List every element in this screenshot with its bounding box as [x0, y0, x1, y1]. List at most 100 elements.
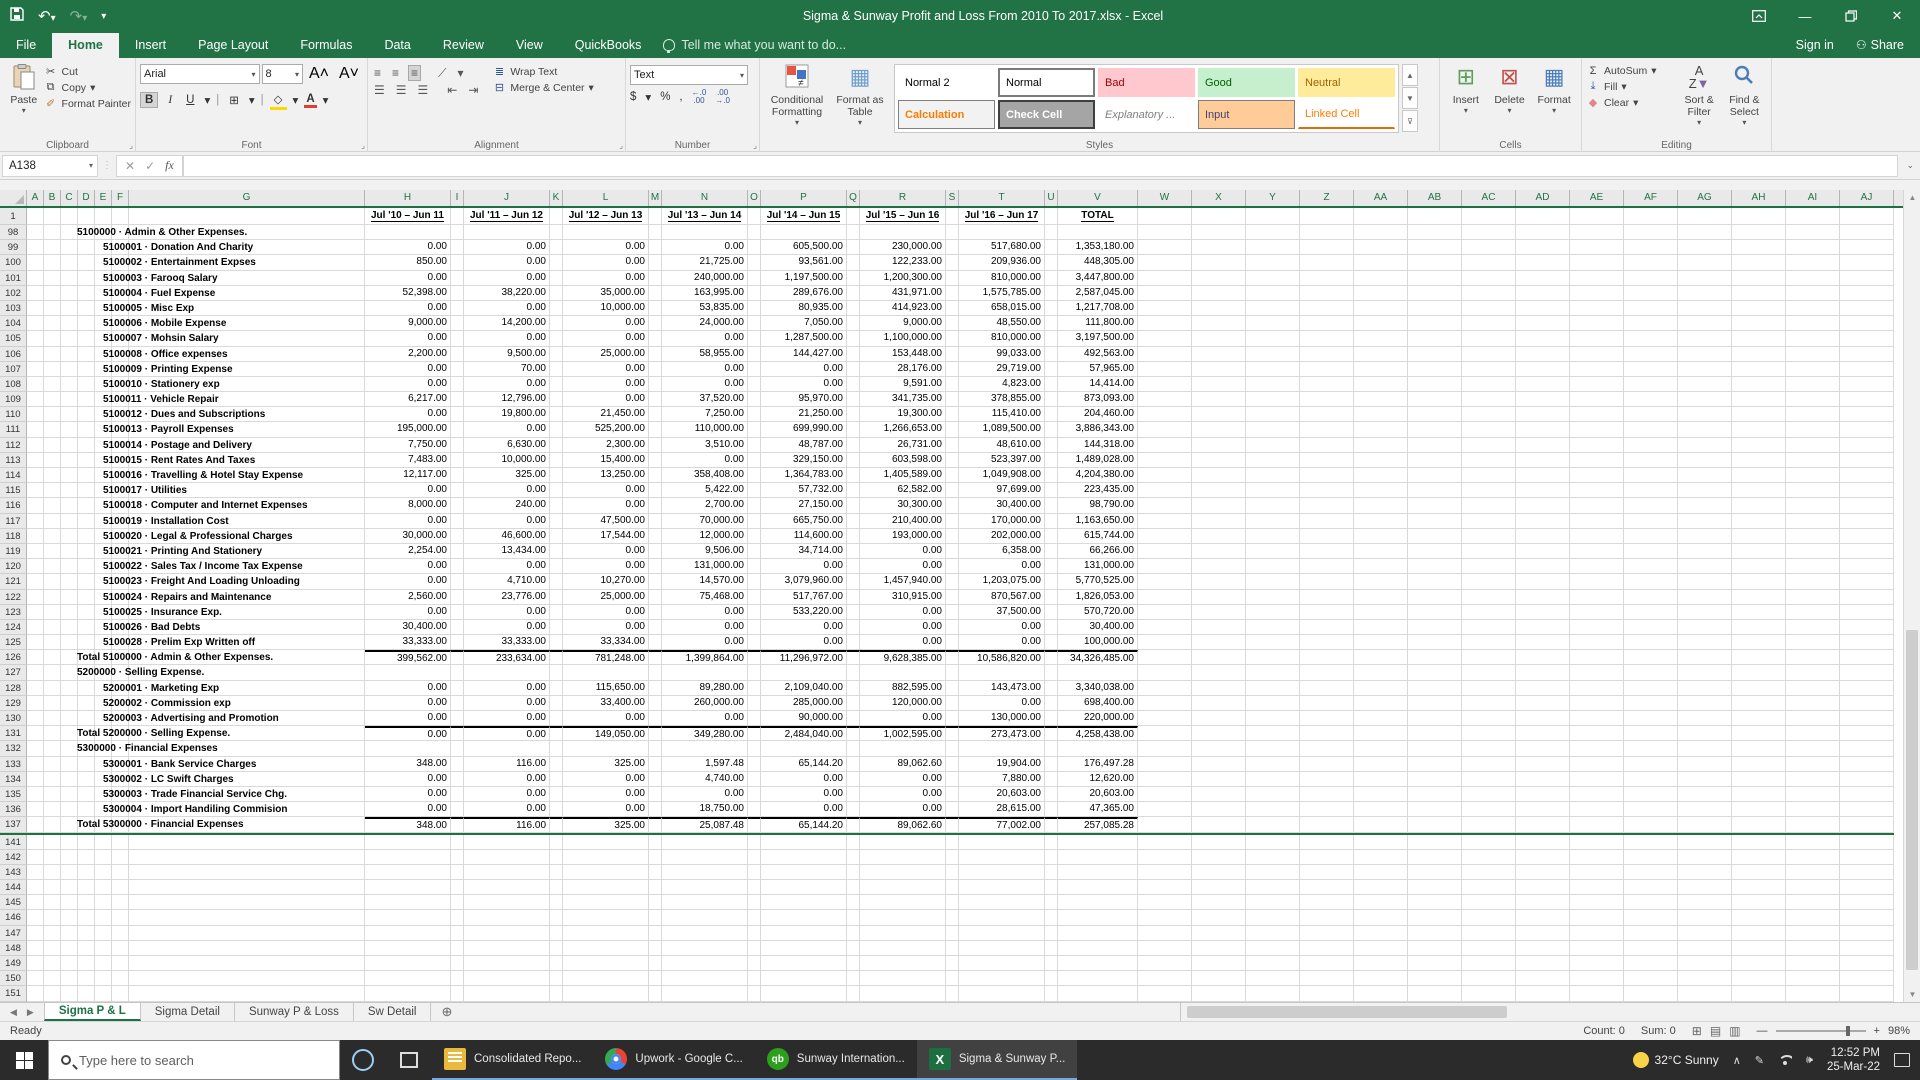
insert-dropdown-icon[interactable]: ▾	[1464, 106, 1468, 115]
font-dialog-launcher-icon[interactable]: ⌟	[361, 141, 365, 150]
cell[interactable]	[78, 208, 95, 225]
cell[interactable]	[1840, 696, 1894, 711]
cell[interactable]	[1354, 240, 1408, 255]
conditional-formatting-dropdown-icon[interactable]: ▾	[795, 118, 799, 127]
cell[interactable]	[27, 986, 44, 1001]
column-header-AI[interactable]: AI	[1786, 190, 1840, 206]
cell[interactable]	[946, 757, 959, 772]
cell[interactable]	[78, 865, 95, 880]
cell[interactable]	[1516, 880, 1570, 895]
cell[interactable]	[946, 971, 959, 986]
cell[interactable]	[550, 362, 563, 377]
cell[interactable]	[748, 772, 761, 787]
cell[interactable]	[1058, 910, 1138, 925]
cell[interactable]	[1462, 605, 1516, 620]
cell[interactable]	[1300, 681, 1354, 696]
cell[interactable]	[1840, 301, 1894, 316]
cell[interactable]	[1516, 422, 1570, 437]
cell[interactable]: 1,489,028.00	[1058, 453, 1138, 468]
cell[interactable]	[1300, 574, 1354, 589]
cell[interactable]	[1408, 850, 1462, 865]
cell[interactable]: 0.00	[365, 377, 451, 392]
cell[interactable]	[748, 407, 761, 422]
cell[interactable]: 0.00	[563, 559, 649, 574]
cell[interactable]	[649, 255, 662, 270]
cell[interactable]	[946, 956, 959, 971]
cell[interactable]	[1570, 316, 1624, 331]
cell[interactable]	[1192, 498, 1246, 513]
cell[interactable]	[847, 362, 860, 377]
cell[interactable]: 2,700.00	[662, 498, 748, 513]
cell[interactable]	[95, 865, 112, 880]
cell[interactable]	[61, 635, 78, 650]
cell[interactable]	[946, 787, 959, 802]
cell[interactable]	[550, 971, 563, 986]
cell[interactable]	[1786, 605, 1840, 620]
cell[interactable]	[1570, 255, 1624, 270]
cell[interactable]	[847, 255, 860, 270]
cell[interactable]	[1624, 590, 1678, 605]
cell[interactable]	[847, 377, 860, 392]
cell[interactable]	[1192, 971, 1246, 986]
page-layout-view-icon[interactable]: ▤	[1710, 1024, 1721, 1038]
cell[interactable]: 0.00	[464, 514, 550, 529]
cell[interactable]	[27, 696, 44, 711]
cell[interactable]	[61, 910, 78, 925]
cell[interactable]	[44, 453, 61, 468]
cell[interactable]	[451, 926, 464, 941]
cell[interactable]	[1138, 681, 1192, 696]
cell[interactable]	[365, 880, 451, 895]
cell[interactable]	[1732, 956, 1786, 971]
cell[interactable]: 116.00	[464, 817, 550, 832]
cell[interactable]	[451, 726, 464, 741]
cell[interactable]: 1,399,864.00	[662, 650, 748, 665]
cell[interactable]	[78, 301, 95, 316]
select-all-corner[interactable]	[0, 190, 27, 206]
account-label[interactable]: 5100016 · Travelling & Hotel Stay Expens…	[103, 468, 303, 483]
cell[interactable]: 0.00	[563, 483, 649, 498]
cell[interactable]	[1058, 665, 1138, 680]
cell[interactable]: 204,460.00	[1058, 407, 1138, 422]
cell[interactable]	[1462, 941, 1516, 956]
cell[interactable]	[1058, 941, 1138, 956]
cell[interactable]: 115,410.00	[959, 407, 1045, 422]
column-header-AC[interactable]: AC	[1462, 190, 1516, 206]
cell[interactable]	[748, 514, 761, 529]
cell[interactable]	[451, 850, 464, 865]
cell[interactable]	[748, 817, 761, 832]
cell[interactable]	[451, 711, 464, 726]
cell[interactable]	[1354, 271, 1408, 286]
cell[interactable]	[1138, 835, 1192, 850]
cell[interactable]	[61, 590, 78, 605]
cell[interactable]	[451, 483, 464, 498]
cell[interactable]	[1570, 301, 1624, 316]
cell[interactable]	[748, 605, 761, 620]
cell[interactable]	[946, 880, 959, 895]
cell[interactable]	[61, 741, 78, 756]
cell[interactable]	[44, 498, 61, 513]
decrease-decimal-icon[interactable]: .00→.0	[715, 89, 730, 105]
cell[interactable]	[1678, 711, 1732, 726]
cell[interactable]	[1300, 453, 1354, 468]
cell[interactable]	[1354, 362, 1408, 377]
accounting-format-icon[interactable]: $	[630, 91, 636, 103]
account-label[interactable]: 5100008 · Office expenses	[103, 347, 228, 362]
cell[interactable]	[1624, 835, 1678, 850]
cell[interactable]: 30,400.00	[1058, 620, 1138, 635]
cell[interactable]	[1624, 559, 1678, 574]
cell[interactable]	[44, 240, 61, 255]
cell[interactable]	[1840, 850, 1894, 865]
cell[interactable]	[1624, 711, 1678, 726]
cell[interactable]: 615,744.00	[1058, 529, 1138, 544]
bottom-align-icon[interactable]: ≡	[408, 65, 421, 81]
cell[interactable]: 257,085.28	[1058, 817, 1138, 832]
cell[interactable]	[1192, 286, 1246, 301]
cell[interactable]	[1300, 971, 1354, 986]
cell[interactable]: 0.00	[662, 377, 748, 392]
cell[interactable]	[27, 331, 44, 346]
cell[interactable]: 12,620.00	[1058, 772, 1138, 787]
column-header-V[interactable]: V	[1058, 190, 1138, 206]
cell[interactable]	[44, 865, 61, 880]
cell[interactable]	[1570, 225, 1624, 240]
cell[interactable]	[1354, 438, 1408, 453]
